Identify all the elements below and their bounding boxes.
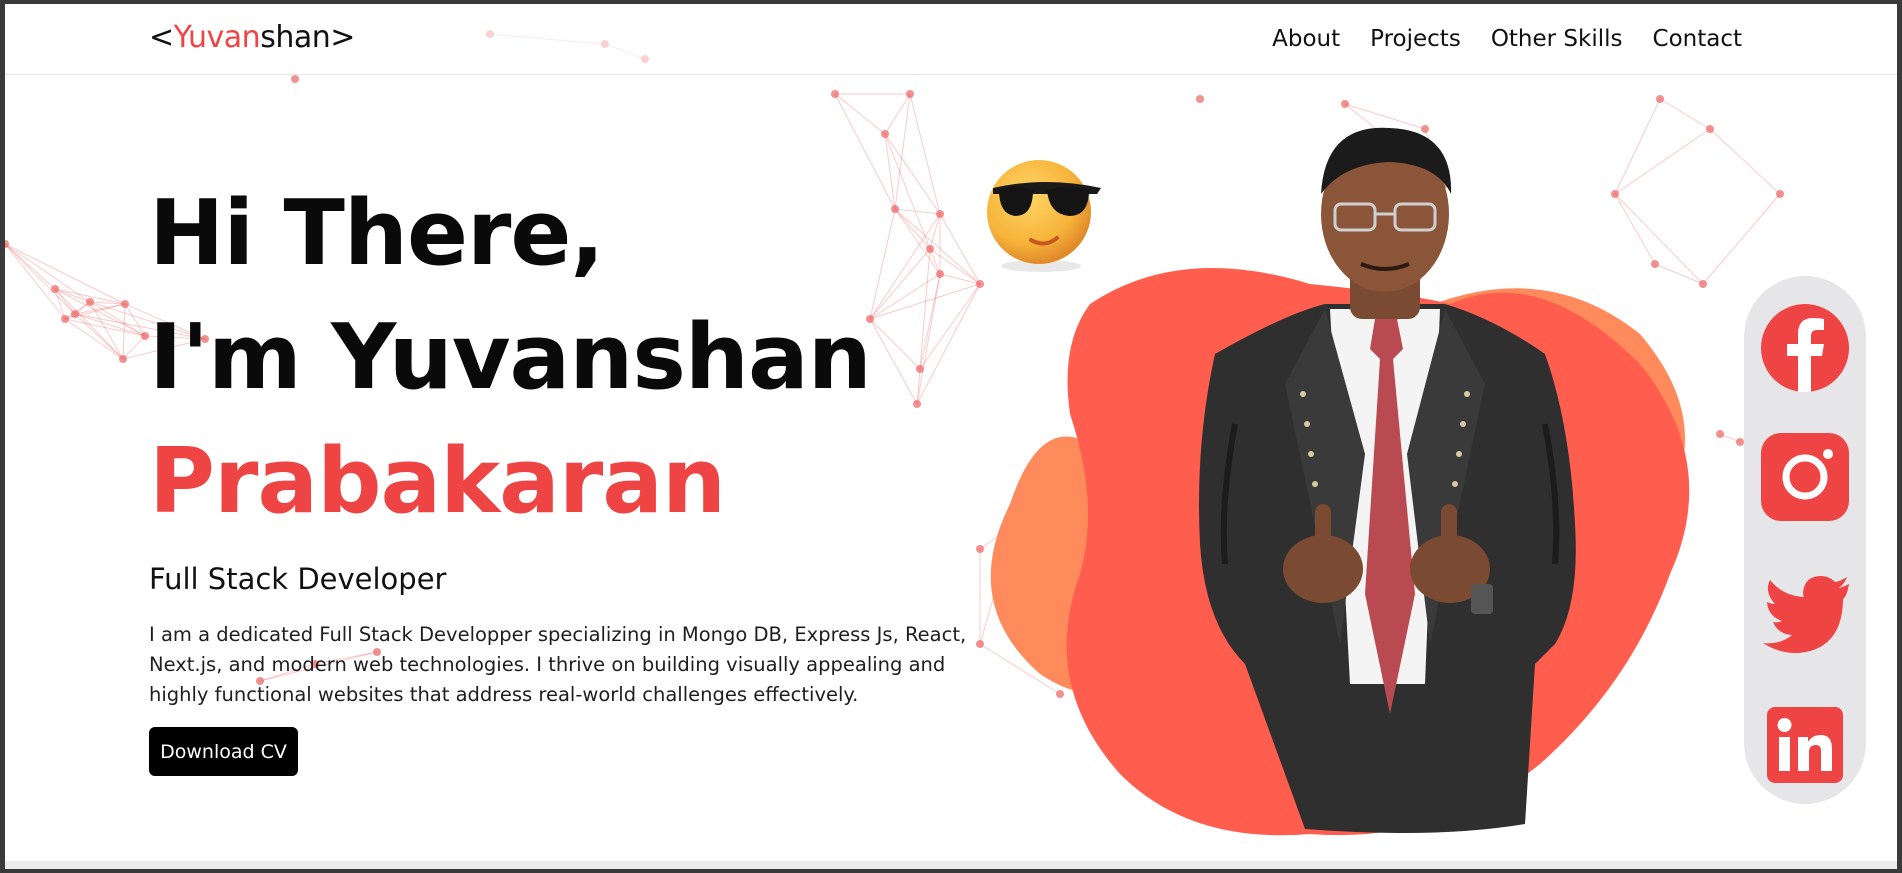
network-link (939, 213, 981, 285)
logo-highlight: Yuvan (173, 20, 261, 55)
network-node (51, 285, 59, 293)
network-node (119, 355, 127, 363)
top-navbar: <Yuvanshan> About Projects Other Skills … (5, 4, 1897, 75)
hero-line-surname: Prabakaran (149, 429, 726, 534)
network-link (916, 273, 941, 405)
nav-projects[interactable]: Projects (1370, 26, 1461, 52)
network-link (909, 93, 941, 215)
twitter-icon[interactable] (1761, 568, 1849, 656)
network-link (869, 208, 896, 320)
profile-portrait-image (1199, 127, 1576, 833)
hero-line-greeting: Hi There, (149, 181, 605, 286)
network-node (71, 310, 79, 318)
nav-links: About Projects Other Skills Contact (1272, 26, 1742, 52)
network-link (122, 335, 146, 360)
facebook-icon[interactable] (1761, 304, 1849, 392)
network-link (884, 93, 911, 135)
network-link (894, 208, 941, 215)
network-node (881, 130, 889, 138)
network-node (86, 298, 94, 306)
network-link (884, 133, 941, 215)
network-link (869, 318, 921, 370)
network-link (869, 318, 918, 405)
logo-open-bracket: < (149, 20, 174, 55)
network-node (1656, 95, 1664, 103)
network-link (1614, 98, 1661, 195)
network-node (1196, 95, 1204, 103)
network-node (936, 270, 944, 278)
network-link (1709, 128, 1781, 195)
network-node (936, 210, 944, 218)
network-link (869, 248, 931, 320)
hero-heading: Hi There, I'm Yuvanshan Prabakaran (149, 172, 872, 544)
network-link (869, 213, 941, 320)
network-link (869, 273, 941, 320)
network-node (1611, 190, 1619, 198)
hero-description: I am a dedicated Full Stack Developper s… (149, 623, 967, 706)
logo-rest: shan (260, 20, 331, 55)
network-link (54, 288, 146, 337)
network-link (884, 133, 896, 210)
linkedin-icon[interactable] (1761, 701, 1849, 789)
network-node (831, 90, 839, 98)
nav-contact[interactable]: Contact (1653, 26, 1742, 52)
network-link (1614, 128, 1711, 195)
network-link (89, 301, 146, 337)
nav-about[interactable]: About (1272, 26, 1340, 52)
logo-close-bracket: > (330, 20, 355, 55)
network-link (919, 248, 931, 370)
network-link (894, 208, 931, 250)
network-node (141, 332, 149, 340)
network-node (291, 75, 299, 83)
browser-viewport: <Yuvanshan> About Projects Other Skills … (5, 4, 1897, 869)
network-node (1736, 438, 1744, 446)
network-node (1776, 190, 1784, 198)
network-link (5, 243, 66, 320)
network-link (5, 243, 76, 315)
network-node (926, 245, 934, 253)
network-node (916, 365, 924, 373)
site-logo[interactable]: <Yuvanshan> (149, 20, 355, 55)
network-link (1659, 98, 1711, 130)
network-link (884, 133, 931, 250)
download-cv-button[interactable]: Download CV (149, 727, 298, 776)
hero-line-name: I'm Yuvanshan (149, 305, 872, 410)
hero-subtitle: Full Stack Developer (149, 562, 447, 596)
network-link (5, 243, 126, 305)
network-node (891, 205, 899, 213)
network-node (121, 300, 129, 308)
social-links-bar (1744, 276, 1866, 804)
bottom-scroll-edge (5, 861, 1897, 869)
network-node (1341, 100, 1349, 108)
network-node (906, 90, 914, 98)
network-link (916, 283, 981, 405)
network-node (1706, 125, 1714, 133)
network-node (913, 400, 921, 408)
nav-other-skills[interactable]: Other Skills (1491, 26, 1623, 52)
network-link (5, 243, 56, 290)
network-node (61, 315, 69, 323)
instagram-icon[interactable] (1761, 433, 1849, 521)
network-link (834, 93, 886, 135)
